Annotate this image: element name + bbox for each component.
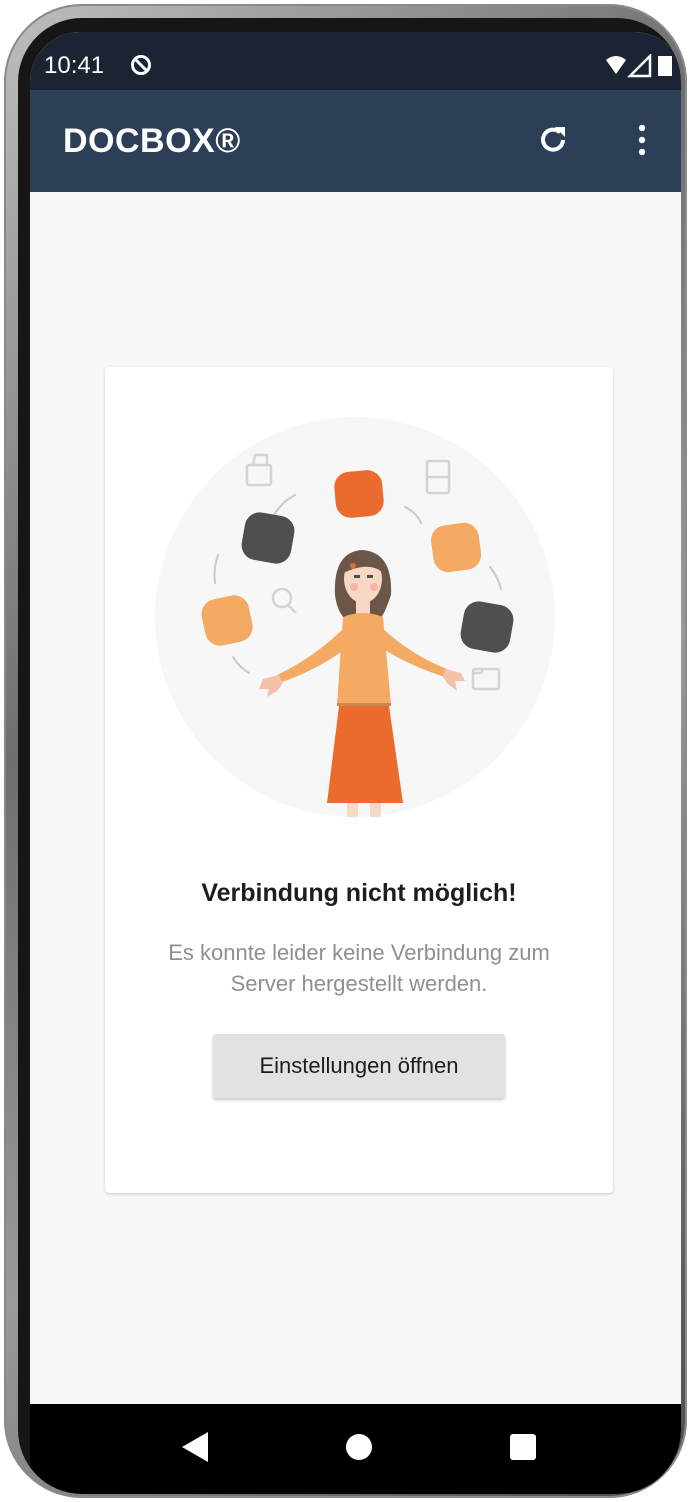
battery-icon: [658, 56, 672, 76]
status-time: 10:41: [44, 52, 105, 79]
home-icon[interactable]: [343, 1431, 375, 1463]
screen: 10:41 DOCBOX® Verbindung nicht möglich! …: [30, 32, 681, 1494]
app-title: DOCBOX®: [63, 122, 241, 160]
signal-icon: [626, 54, 652, 78]
back-icon[interactable]: [178, 1430, 212, 1464]
recents-icon[interactable]: [508, 1432, 538, 1462]
status-icons: [606, 54, 672, 78]
wifi-icon: [606, 56, 626, 74]
open-settings-button[interactable]: Einstellungen öffnen: [213, 1034, 505, 1098]
phone-frame: 10:41 DOCBOX® Verbindung nicht möglich! …: [4, 4, 687, 1498]
more-vert-icon: [638, 124, 646, 156]
system-nav-bar: [30, 1404, 681, 1494]
app-bar: DOCBOX®: [30, 90, 681, 192]
error-card: Verbindung nicht möglich! Es konnte leid…: [105, 367, 613, 1193]
refresh-icon: [541, 127, 565, 152]
juggling-woman-illustration: [155, 417, 555, 817]
do-not-disturb-icon: [131, 55, 151, 75]
refresh-button[interactable]: [533, 120, 573, 160]
phone-bezel: 10:41 DOCBOX® Verbindung nicht möglich! …: [18, 18, 681, 1494]
error-message: Es konnte leider keine Verbindung zum Se…: [168, 940, 550, 996]
content-area: Verbindung nicht möglich! Es konnte leid…: [30, 192, 681, 1404]
error-title: Verbindung nicht möglich!: [201, 879, 517, 907]
status-bar: 10:41: [30, 32, 681, 90]
more-options-button[interactable]: [622, 120, 662, 160]
